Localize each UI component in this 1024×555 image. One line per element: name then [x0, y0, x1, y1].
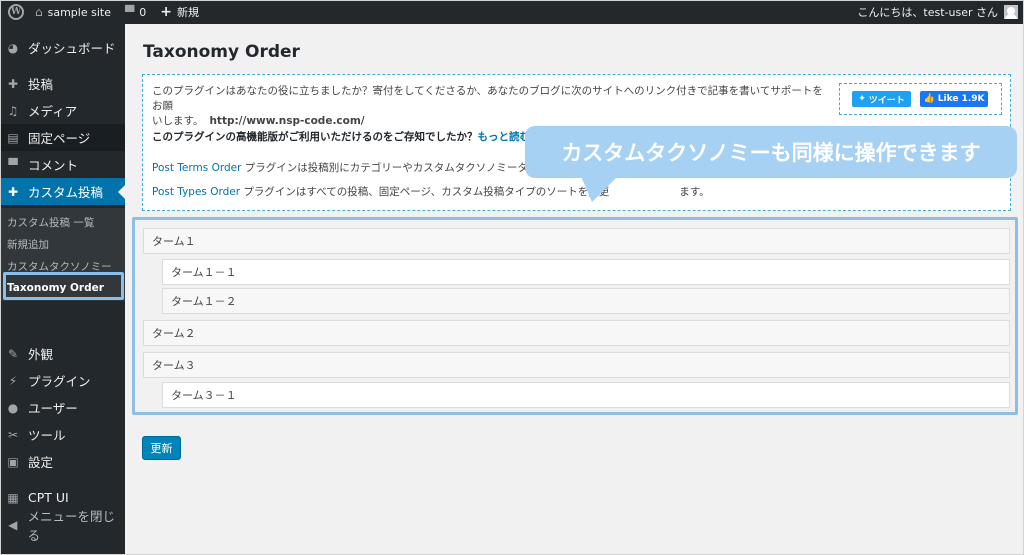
term-item-child[interactable]: ターム１－１	[162, 259, 1010, 285]
tweet-button[interactable]: ✦ ツイート	[852, 91, 911, 107]
sidebar-item-appearance[interactable]: ✎ 外観	[0, 340, 125, 367]
sidebar-item-label: 固定ページ	[28, 131, 91, 146]
pin-icon: ✚	[7, 76, 19, 91]
sidebar-item-tools[interactable]: ✂ ツール	[0, 421, 125, 448]
twitter-bird-icon: ✦	[858, 94, 866, 104]
taxonomy-order-highlight	[3, 272, 124, 300]
annotation-callout: カスタムタクソノミーも同様に操作できます	[525, 126, 1017, 178]
donation-line-1: このプラグインはあなたの役に立ちましたか？寄付をしてくださるか、あなたのブログに…	[152, 85, 823, 112]
wordpress-logo-icon[interactable]: W	[4, 0, 28, 24]
site-name-link[interactable]: ⌂ sample site	[28, 0, 118, 24]
thumbs-up-icon: 👍	[923, 94, 935, 104]
appearance-icon: ✎	[7, 346, 19, 361]
sidebar-item-posts[interactable]: ✚ 投稿	[0, 70, 125, 97]
page-icon: ▤	[7, 130, 19, 145]
new-label: 新規	[176, 6, 199, 19]
post-terms-order-link[interactable]: Post Terms Order	[152, 162, 241, 174]
like-label: Like 1.9K	[937, 94, 985, 104]
sidebar-item-label: 投稿	[28, 77, 54, 92]
sidebar-item-label: ダッシュボード	[28, 41, 116, 56]
media-icon: ♫	[7, 103, 19, 118]
callout-tail	[580, 174, 620, 202]
sidebar-item-label: ツール	[28, 428, 66, 443]
nsp-code-url: http://www.nsp-code.com/	[209, 115, 365, 127]
post-types-order-link[interactable]: Post Types Order	[152, 186, 240, 198]
pin-icon: ✚	[7, 184, 19, 199]
submenu-item-add-new[interactable]: 新規追加	[7, 237, 49, 252]
sidebar-item-pages[interactable]: ▤ 固定ページ	[0, 124, 125, 151]
plugin-icon: ⚡	[8, 373, 18, 388]
sidebar-item-label: プラグイン	[28, 374, 91, 389]
sidebar-item-comments[interactable]: ▀ コメント	[0, 151, 125, 178]
my-account[interactable]: こんにちは、test-user さん	[857, 0, 1024, 24]
comments-count: 0	[139, 5, 147, 19]
user-icon: ●	[7, 400, 19, 415]
term-item[interactable]: ターム２	[143, 320, 1010, 346]
site-name: sample site	[47, 5, 111, 19]
donation-text: このプラグインはあなたの役に立ちましたか？寄付をしてくださるか、あなたのブログに…	[152, 84, 832, 129]
avatar	[1004, 5, 1018, 19]
sidebar-item-media[interactable]: ♫ メディア	[0, 97, 125, 124]
update-button[interactable]: 更新	[142, 436, 181, 460]
plus-icon: +	[160, 4, 172, 20]
admin-bar: W ⌂ sample site ▀ 0 + 新規 こんにちは、test-user…	[0, 0, 1024, 24]
sidebar-item-users[interactable]: ● ユーザー	[0, 394, 125, 421]
post-terms-desc: プラグインは投稿別にカテゴリーやカスタムタクソノミーター	[241, 162, 539, 174]
facebook-like-button[interactable]: 👍 Like 1.9K	[920, 91, 988, 107]
sidebar-item-label: 設定	[28, 455, 54, 470]
donation-line-2: いします。	[152, 115, 204, 127]
sidebar-item-plugins[interactable]: ⚡ プラグイン	[0, 367, 125, 394]
social-buttons: ✦ ツイート 👍 Like 1.9K	[839, 83, 1002, 115]
greeting: こんにちは、test-user さん	[857, 6, 998, 19]
sidebar-item-custom-posts[interactable]: ✚ カスタム投稿	[0, 178, 125, 205]
term-item-child[interactable]: ターム１－２	[162, 288, 1010, 314]
pro-question: このプラグインの高機能版がご利用いただけるのをご存知でしたか？	[152, 131, 478, 143]
settings-icon: ▣	[7, 454, 19, 469]
sidebar-item-label: メニューを閉じる	[27, 508, 115, 543]
term-item[interactable]: ターム１	[143, 228, 1010, 254]
wrench-icon: ✂	[7, 427, 19, 442]
term-item[interactable]: ターム３	[143, 352, 1010, 378]
dashboard-icon: ◕	[7, 40, 19, 55]
home-icon: ⌂	[35, 5, 43, 19]
sidebar-item-settings[interactable]: ▣ 設定	[0, 448, 125, 475]
sidebar-item-label: CPT UI	[28, 490, 69, 505]
sidebar-item-label: コメント	[28, 158, 79, 173]
new-content-link[interactable]: + 新規	[153, 0, 206, 24]
sidebar-item-dashboard[interactable]: ◕ ダッシュボード	[0, 34, 125, 61]
sidebar-item-label: 外観	[28, 347, 54, 362]
collapse-menu-button[interactable]: ◀ メニューを閉じる	[0, 509, 125, 543]
comments-link[interactable]: ▀ 0	[118, 0, 153, 24]
collapse-icon: ◀	[8, 517, 18, 532]
post-types-order-text: Post Types Order プラグインはすべての投稿、固定ページ、カスタム…	[152, 185, 710, 200]
comment-icon: ▀	[8, 157, 18, 172]
post-types-desc: プラグインはすべての投稿、固定ページ、カスタム投稿タイプのソートを変更	[240, 186, 610, 198]
sidebar-item-label: メディア	[28, 104, 78, 119]
post-terms-order-text: Post Terms Order プラグインは投稿別にカテゴリーやカスタムタクソ…	[152, 161, 538, 176]
pro-version-text: このプラグインの高機能版がご利用いただけるのをご存知でしたか？もっと読む	[152, 130, 530, 145]
submenu-item-custom-posts-list[interactable]: カスタム投稿 一覧	[7, 215, 94, 230]
sidebar-item-label: ユーザー	[28, 401, 78, 416]
sidebar-item-label: カスタム投稿	[28, 185, 104, 200]
comment-bubble-icon: ▀	[124, 5, 135, 19]
page-title: Taxonomy Order	[143, 42, 300, 62]
cpt-icon: ▦	[7, 490, 19, 505]
read-more-link[interactable]: もっと読む	[478, 131, 531, 143]
term-item-child[interactable]: ターム３－１	[162, 382, 1010, 408]
tweet-label: ツイート	[868, 95, 905, 106]
post-types-tail: ます。	[679, 186, 710, 198]
